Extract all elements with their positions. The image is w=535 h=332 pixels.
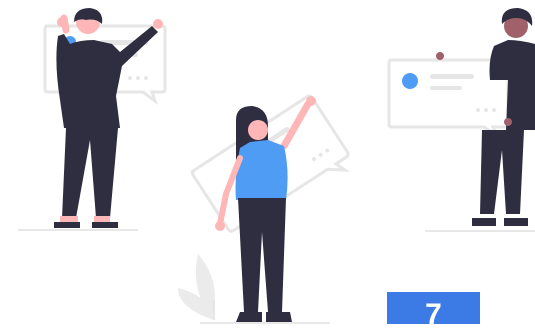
illustration-scene	[18, 8, 535, 324]
badge-number: 7	[387, 292, 480, 331]
plant-icon	[178, 254, 215, 320]
